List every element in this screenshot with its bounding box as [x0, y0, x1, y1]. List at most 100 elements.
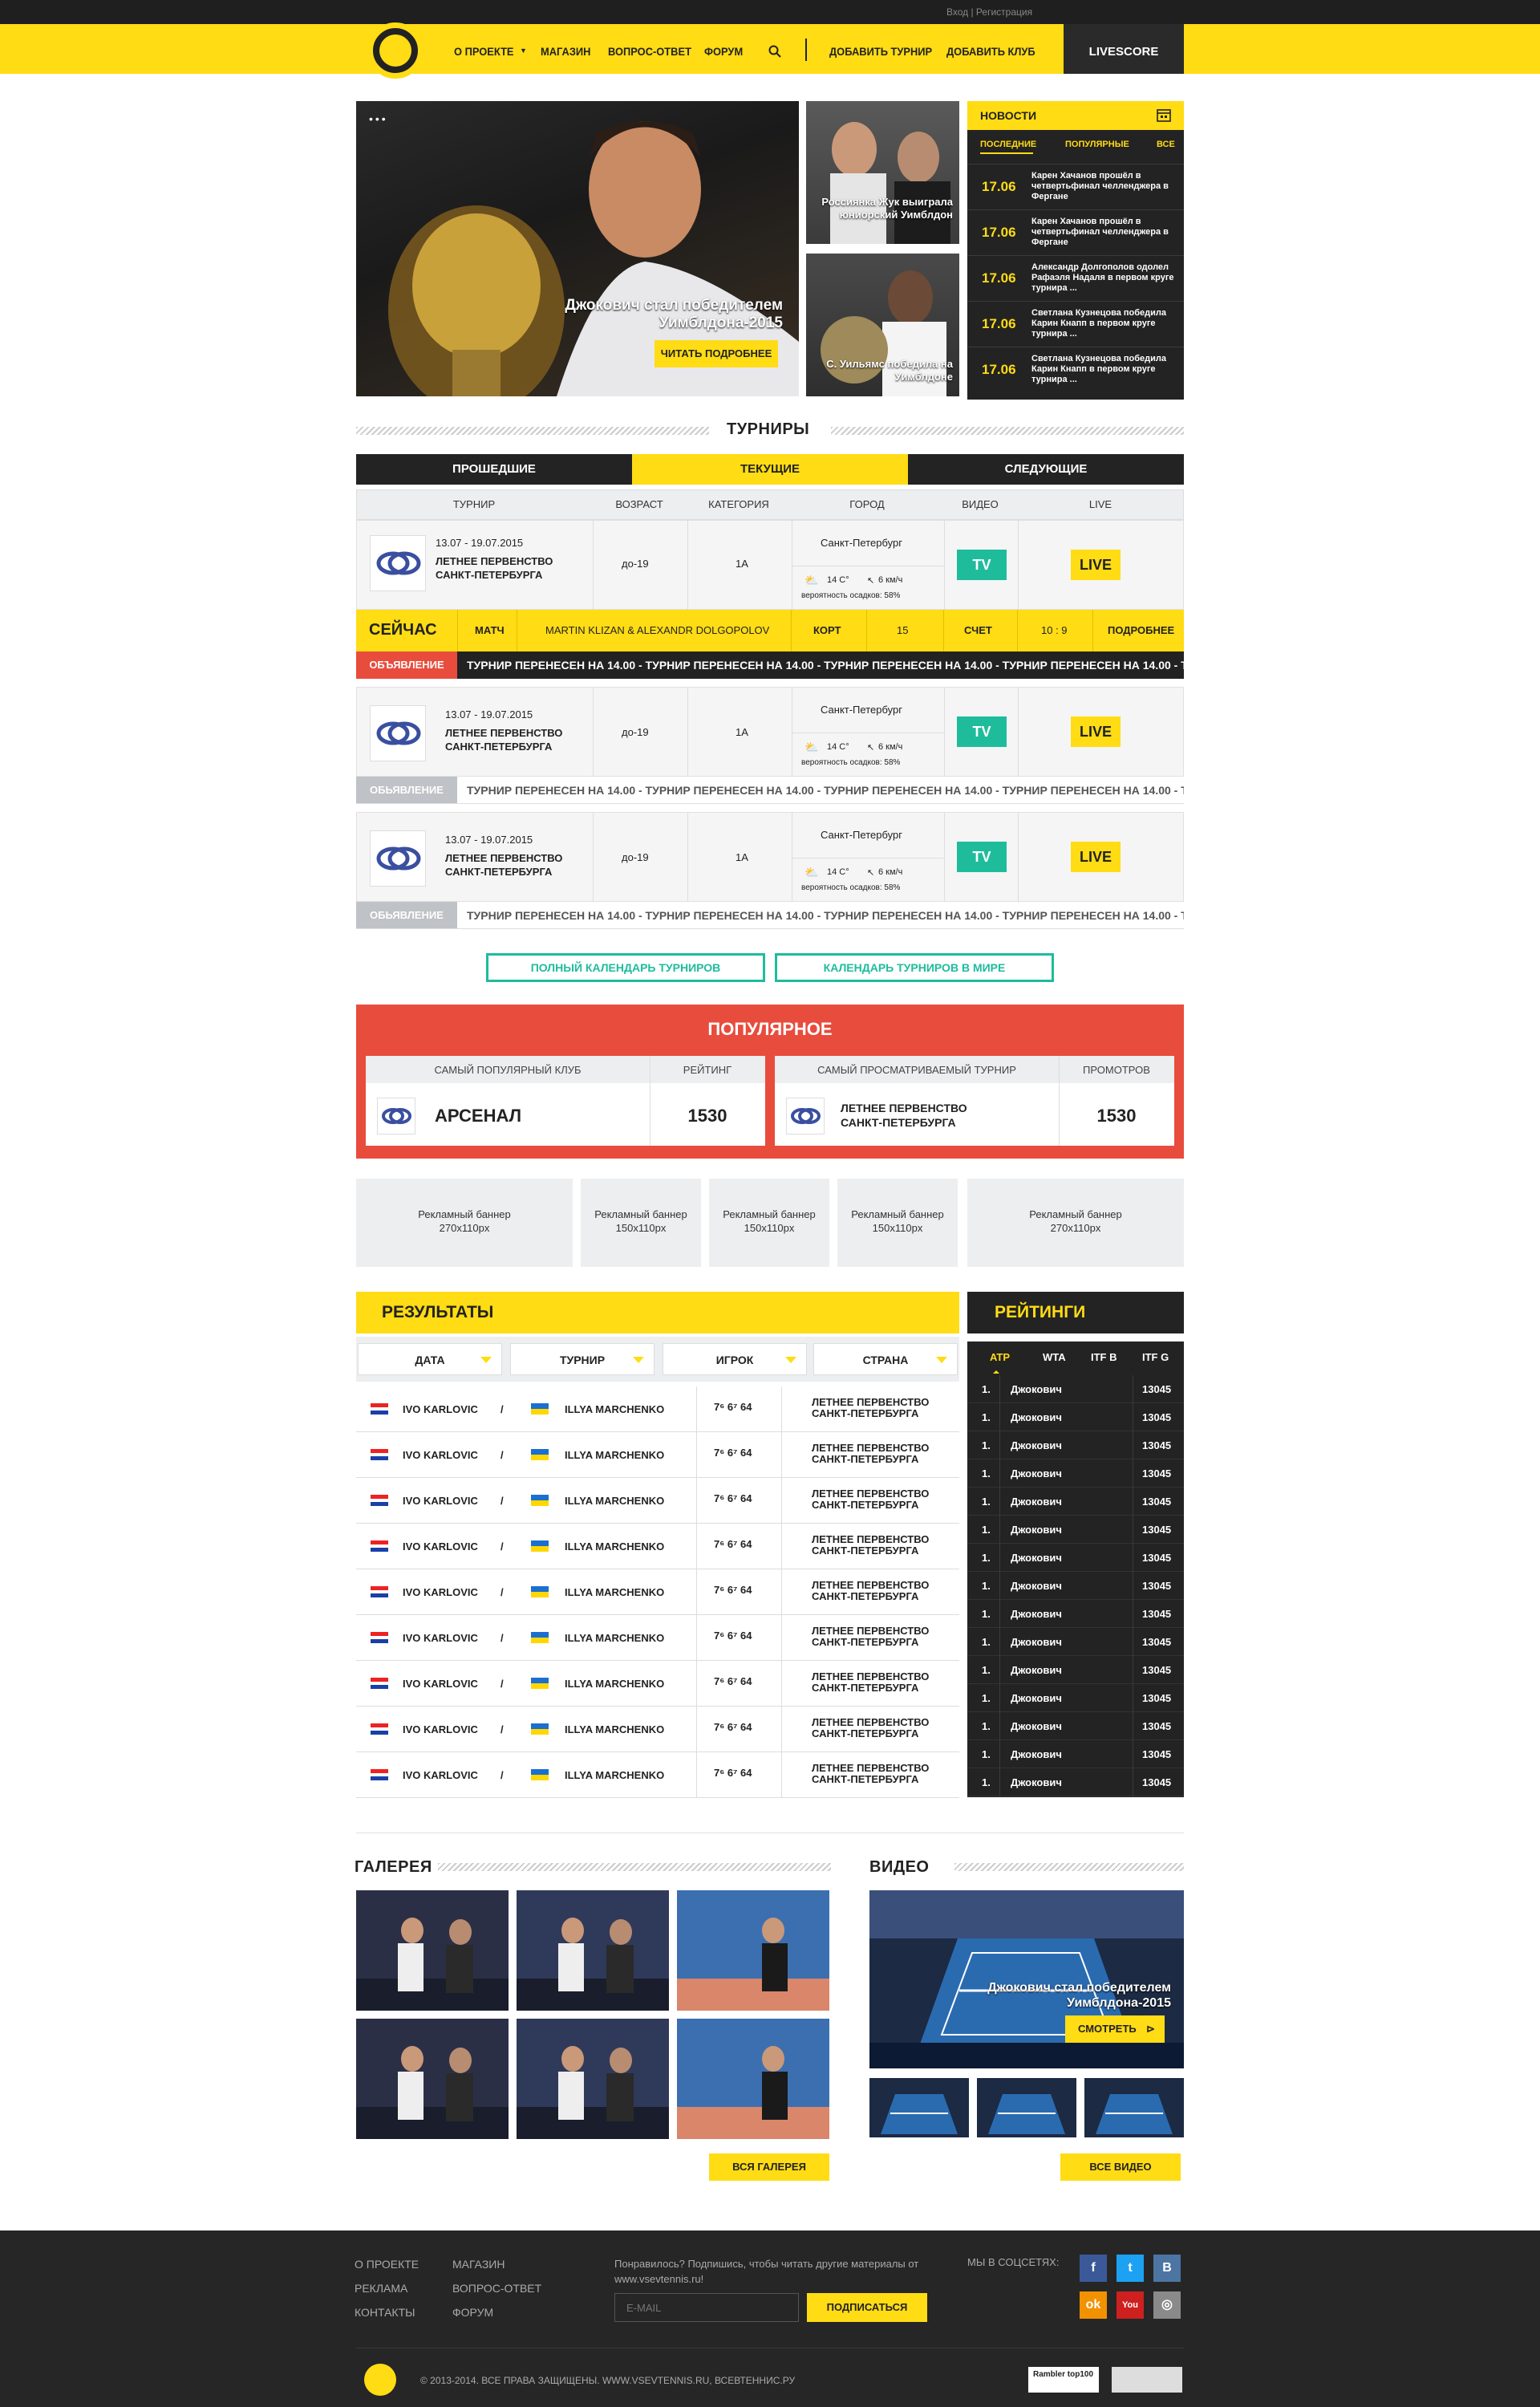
instagram-icon[interactable]: ◎ — [1153, 2291, 1181, 2319]
result-player2[interactable]: ILLYA MARCHENKO — [565, 1769, 664, 1781]
tournament-name[interactable]: ЛЕТНЕЕ ПЕРВЕНСТВО САНКТ-ПЕТЕРБУРГА — [436, 554, 564, 582]
result-player2[interactable]: ILLYA MARCHENKO — [565, 1403, 664, 1415]
nav-shop[interactable]: МАГАЗИН — [541, 45, 590, 58]
result-player2[interactable]: ILLYA MARCHENKO — [565, 1632, 664, 1644]
ad-banner[interactable]: Рекламный баннер 150х110px — [581, 1179, 701, 1267]
result-row[interactable]: IVO KARLOVIC / ILLYA MARCHENKO 7⁶ 6⁷ 64 … — [356, 1478, 959, 1524]
login-register-link[interactable]: Вход | Регистрация — [946, 6, 1032, 18]
tv-button[interactable]: TV — [957, 716, 1007, 747]
result-player2[interactable]: ILLYA MARCHENKO — [565, 1586, 664, 1598]
result-player1[interactable]: IVO KARLOVIC — [403, 1723, 478, 1735]
popular-club-card[interactable]: САМЫЙ ПОПУЛЯРНЫЙ КЛУБ РЕЙТИНГ АРСЕНАЛ 15… — [366, 1056, 765, 1146]
rating-player[interactable]: Джокович — [1011, 1467, 1062, 1480]
email-input[interactable] — [614, 2293, 799, 2322]
ratings-tab-atp[interactable]: ATP — [990, 1351, 1010, 1363]
rating-player[interactable]: Джокович — [1011, 1608, 1062, 1620]
ratings-tab-wta[interactable]: WTA — [1043, 1351, 1066, 1363]
nav-faq[interactable]: ВОПРОС-ОТВЕТ — [608, 45, 691, 58]
watch-button[interactable]: СМОТРЕТЬ ⊳ — [1065, 2015, 1165, 2043]
nav-forum[interactable]: ФОРУМ — [704, 45, 743, 58]
twitter-icon[interactable]: t — [1116, 2255, 1144, 2282]
rating-player[interactable]: Джокович — [1011, 1383, 1062, 1395]
live-button[interactable]: LIVE — [1071, 716, 1121, 747]
rating-row[interactable]: 1. Джокович 13045 — [967, 1600, 1184, 1628]
gallery-photo[interactable] — [517, 2019, 669, 2139]
rating-player[interactable]: Джокович — [1011, 1552, 1062, 1564]
rating-player[interactable]: Джокович — [1011, 1439, 1062, 1451]
all-gallery-button[interactable]: ВСЯ ГАЛЕРЕЯ — [709, 2153, 829, 2181]
full-calendar-button[interactable]: ПОЛНЫЙ КАЛЕНДАРЬ ТУРНИРОВ — [486, 953, 765, 982]
tv-button[interactable]: TV — [957, 842, 1007, 872]
ad-banner[interactable]: Рекламный баннер 150х110px — [837, 1179, 958, 1267]
result-tournament[interactable]: ЛЕТНЕЕ ПЕРВЕНСТВО САНКТ-ПЕТЕРБУРГА — [812, 1443, 948, 1465]
news-tab-popular[interactable]: ПОПУЛЯРНЫЕ — [1065, 140, 1129, 149]
tournament-row[interactable]: 13.07 - 19.07.2015 ЛЕТНЕЕ ПЕРВЕНСТВО САН… — [356, 520, 1184, 611]
rating-row[interactable]: 1. Джокович 13045 — [967, 1488, 1184, 1516]
video-thumb[interactable] — [977, 2078, 1076, 2137]
filter-date[interactable]: ДАТА — [358, 1343, 502, 1375]
popular-tournament-card[interactable]: САМЫЙ ПРОСМАТРИВАЕМЫЙ ТУРНИР ПРОМОТРОВ Л… — [775, 1056, 1174, 1146]
gallery-photo[interactable] — [356, 1890, 509, 2011]
result-player1[interactable]: IVO KARLOVIC — [403, 1632, 478, 1644]
live-button[interactable]: LIVE — [1071, 550, 1121, 580]
all-videos-button[interactable]: ВСЕ ВИДЕО — [1060, 2153, 1181, 2181]
result-player1[interactable]: IVO KARLOVIC — [403, 1403, 478, 1415]
result-player2[interactable]: ILLYA MARCHENKO — [565, 1449, 664, 1461]
result-tournament[interactable]: ЛЕТНЕЕ ПЕРВЕНСТВО САНКТ-ПЕТЕРБУРГА — [812, 1397, 948, 1419]
site-logo[interactable] — [367, 22, 424, 79]
col-tournament[interactable]: ТУРНИР — [356, 489, 592, 520]
footer-link-about[interactable]: О ПРОЕКТЕ — [355, 2258, 419, 2271]
rating-player[interactable]: Джокович — [1011, 1524, 1062, 1536]
ratings-tab-itfb[interactable]: ITF B — [1091, 1351, 1117, 1363]
result-player1[interactable]: IVO KARLOVIC — [403, 1586, 478, 1598]
rating-player[interactable]: Джокович — [1011, 1411, 1062, 1423]
tab-past[interactable]: ПРОШЕДШИЕ — [356, 454, 632, 485]
odnoklassniki-icon[interactable]: ok — [1080, 2291, 1107, 2319]
footer-link-forum[interactable]: ФОРУМ — [452, 2306, 493, 2319]
result-tournament[interactable]: ЛЕТНЕЕ ПЕРВЕНСТВО САНКТ-ПЕТЕРБУРГА — [812, 1534, 948, 1557]
rating-player[interactable]: Джокович — [1011, 1580, 1062, 1592]
rating-row[interactable]: 1. Джокович 13045 — [967, 1712, 1184, 1740]
youtube-icon[interactable]: You — [1116, 2291, 1144, 2319]
tournament-name[interactable]: ЛЕТНЕЕ ПЕРВЕНСТВО САНКТ-ПЕТЕРБУРГА — [445, 726, 573, 753]
result-player2[interactable]: ILLYA MARCHENKO — [565, 1678, 664, 1690]
rating-row[interactable]: 1. Джокович 13045 — [967, 1572, 1184, 1600]
result-player1[interactable]: IVO KARLOVIC — [403, 1769, 478, 1781]
result-row[interactable]: IVO KARLOVIC / ILLYA MARCHENKO 7⁶ 6⁷ 64 … — [356, 1524, 959, 1569]
result-player2[interactable]: ILLYA MARCHENKO — [565, 1540, 664, 1553]
gallery-photo[interactable] — [677, 2019, 829, 2139]
gallery-photo[interactable] — [677, 1890, 829, 2011]
rating-player[interactable]: Джокович — [1011, 1748, 1062, 1760]
ad-banner[interactable]: Рекламный баннер 150х110px — [709, 1179, 829, 1267]
rating-row[interactable]: 1. Джокович 13045 — [967, 1431, 1184, 1459]
col-category[interactable]: КАТЕГОРИЯ — [687, 489, 791, 520]
news-item[interactable]: 17.06 Александр Долгополов одолел Рафаэля… — [967, 255, 1184, 301]
col-city[interactable]: ГОРОД — [791, 489, 943, 520]
vk-icon[interactable]: B — [1153, 2255, 1181, 2282]
result-row[interactable]: IVO KARLOVIC / ILLYA MARCHENKO 7⁶ 6⁷ 64 … — [356, 1707, 959, 1752]
rating-row[interactable]: 1. Джокович 13045 — [967, 1375, 1184, 1403]
nav-add-tournament[interactable]: ДОБАВИТЬ ТУРНИР — [829, 45, 932, 58]
footer-logo[interactable] — [364, 2364, 396, 2396]
result-row[interactable]: IVO KARLOVIC / ILLYA MARCHENKO 7⁶ 6⁷ 64 … — [356, 1432, 959, 1478]
rating-row[interactable]: 1. Джокович 13045 — [967, 1403, 1184, 1431]
rating-row[interactable]: 1. Джокович 13045 — [967, 1628, 1184, 1656]
nav-add-club[interactable]: ДОБАВИТЬ КЛУБ — [946, 45, 1035, 58]
rating-player[interactable]: Джокович — [1011, 1692, 1062, 1704]
result-tournament[interactable]: ЛЕТНЕЕ ПЕРВЕНСТВО САНКТ-ПЕТЕРБУРГА — [812, 1580, 948, 1602]
result-tournament[interactable]: ЛЕТНЕЕ ПЕРВЕНСТВО САНКТ-ПЕТЕРБУРГА — [812, 1626, 948, 1648]
gallery-photo[interactable] — [356, 2019, 509, 2139]
news-tab-all[interactable]: ВСЕ — [1157, 140, 1175, 149]
footer-link-contacts[interactable]: КОНТАКТЫ — [355, 2306, 415, 2319]
result-player1[interactable]: IVO KARLOVIC — [403, 1678, 478, 1690]
hero-main-slide[interactable]: ••• Джокович стал победителем Уимблдона-… — [356, 101, 799, 396]
live-button[interactable]: LIVE — [1071, 842, 1121, 872]
rating-row[interactable]: 1. Джокович 13045 — [967, 1740, 1184, 1768]
now-more-link[interactable]: ПОДРОБНЕЕ — [1108, 624, 1174, 636]
result-row[interactable]: IVO KARLOVIC / ILLYA MARCHENKO 7⁶ 6⁷ 64 … — [356, 1386, 959, 1432]
rating-row[interactable]: 1. Джокович 13045 — [967, 1684, 1184, 1712]
read-more-button[interactable]: ЧИТАТЬ ПОДРОБНЕЕ — [654, 340, 778, 367]
popular-club-name[interactable]: АРСЕНАЛ — [435, 1106, 521, 1126]
rating-row[interactable]: 1. Джокович 13045 — [967, 1544, 1184, 1572]
result-player1[interactable]: IVO KARLOVIC — [403, 1540, 478, 1553]
